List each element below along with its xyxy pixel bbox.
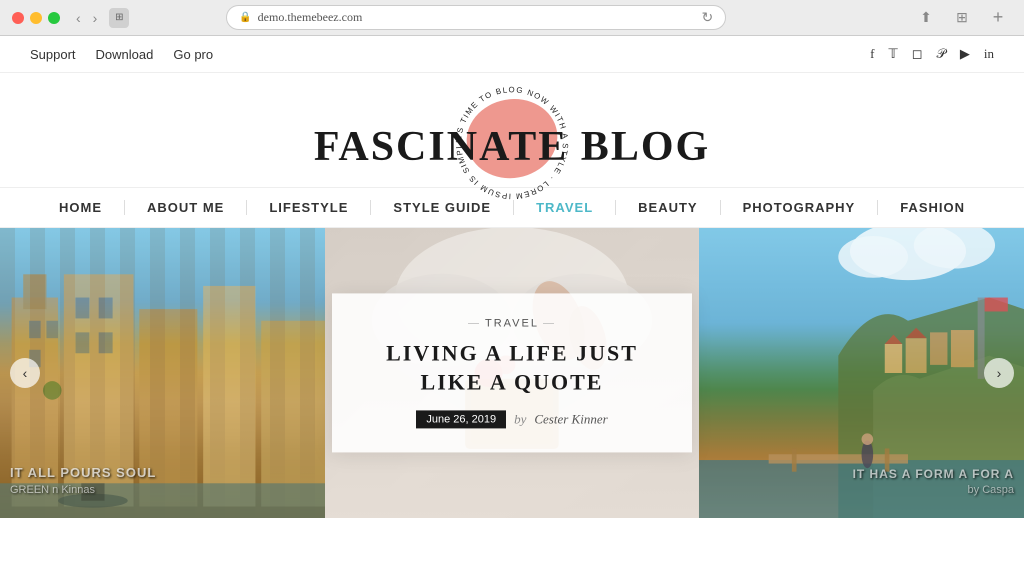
browser-nav-buttons: ‹ ›: [72, 8, 101, 28]
facebook-icon[interactable]: f: [870, 46, 874, 62]
forward-button[interactable]: ›: [89, 8, 102, 28]
twitter-icon[interactable]: 𝕋: [888, 46, 897, 62]
download-link[interactable]: Download: [96, 47, 154, 62]
slide-1-text-line1: IT ALL POURS SOUL: [10, 464, 156, 482]
gopro-link[interactable]: Go pro: [173, 47, 213, 62]
logo-section: ITS TIME TO BLOG NOW WITH A STYLE · LORE…: [0, 73, 1024, 187]
slide-venice: IT ALL POURS SOUL GREEN n Kinnas: [0, 228, 325, 518]
post-meta: June 26, 2019 by Cester Kinner: [372, 411, 652, 429]
chevron-right-icon: ›: [997, 365, 1002, 381]
post-title[interactable]: LIVING A LIFE JUST LIKE A QUOTE: [372, 339, 652, 396]
slide-3-overlay: IT HAS A FORM A FOR A by Caspa: [853, 466, 1014, 498]
linkedin-icon[interactable]: in: [984, 46, 994, 62]
site-title: FASCINATE BLOG: [314, 123, 710, 171]
slide-cinque-terre: IT HAS A FORM A FOR A by Caspa: [699, 228, 1024, 518]
instagram-icon[interactable]: ◻: [912, 46, 923, 62]
nav-home[interactable]: HOME: [37, 200, 125, 215]
chevron-left-icon: ‹: [23, 365, 28, 381]
next-slide-button[interactable]: ›: [984, 358, 1014, 388]
top-navigation: Support Download Go pro: [30, 47, 213, 62]
share-button[interactable]: ⬆: [912, 8, 940, 28]
post-author[interactable]: Cester Kinner: [534, 412, 607, 428]
post-date: June 26, 2019: [416, 411, 506, 429]
pinterest-icon[interactable]: 𝒫: [937, 46, 946, 62]
by-label: by: [514, 412, 526, 428]
youtube-icon[interactable]: ▶: [960, 46, 970, 62]
add-button[interactable]: +: [984, 8, 1012, 28]
slide-3-text-line1: IT HAS A FORM A FOR A: [853, 466, 1014, 483]
support-link[interactable]: Support: [30, 47, 76, 62]
nav-fashion[interactable]: FASHION: [878, 200, 987, 215]
url-text: demo.themebeez.com: [258, 10, 363, 25]
back-button[interactable]: ‹: [72, 8, 85, 28]
hero-slider: IT ALL POURS SOUL GREEN n Kinnas: [0, 228, 1024, 518]
new-tab-button[interactable]: ⊞: [948, 8, 976, 28]
nav-beauty[interactable]: BEAUTY: [616, 200, 720, 215]
social-icons: f 𝕋 ◻ 𝒫 ▶ in: [870, 46, 994, 62]
traffic-lights: [12, 12, 60, 24]
reload-button[interactable]: ↻: [701, 9, 713, 26]
website-content: Support Download Go pro f 𝕋 ◻ 𝒫 ▶ in ITS…: [0, 36, 1024, 518]
slide-3-text-line2: by Caspa: [853, 483, 1014, 498]
browser-actions: ⬆ ⊞ +: [912, 8, 1012, 28]
prev-slide-button[interactable]: ‹: [10, 358, 40, 388]
slide-1-text-line2: GREEN n Kinnas: [10, 483, 156, 498]
post-category: TRAVEL: [372, 317, 652, 329]
lock-icon: 🔒: [239, 12, 251, 23]
tab-icon: ⊞: [109, 8, 129, 28]
browser-chrome: ‹ › ⊞ 🔒 demo.themebeez.com ↻ ⬆ ⊞ +: [0, 0, 1024, 36]
nav-lifestyle[interactable]: LIFESTYLE: [247, 200, 371, 215]
featured-post-card: TRAVEL LIVING A LIFE JUST LIKE A QUOTE J…: [332, 293, 692, 452]
nav-about-me[interactable]: ABOUT ME: [125, 200, 247, 215]
slide-1-overlay: IT ALL POURS SOUL GREEN n Kinnas: [10, 464, 156, 498]
logo-container: ITS TIME TO BLOG NOW WITH A STYLE · LORE…: [314, 93, 710, 171]
address-bar[interactable]: 🔒 demo.themebeez.com ↻: [226, 5, 726, 30]
nav-photography[interactable]: PHOTOGRAPHY: [721, 200, 879, 215]
close-button[interactable]: [12, 12, 24, 24]
top-bar: Support Download Go pro f 𝕋 ◻ 𝒫 ▶ in: [0, 36, 1024, 73]
maximize-button[interactable]: [48, 12, 60, 24]
minimize-button[interactable]: [30, 12, 42, 24]
